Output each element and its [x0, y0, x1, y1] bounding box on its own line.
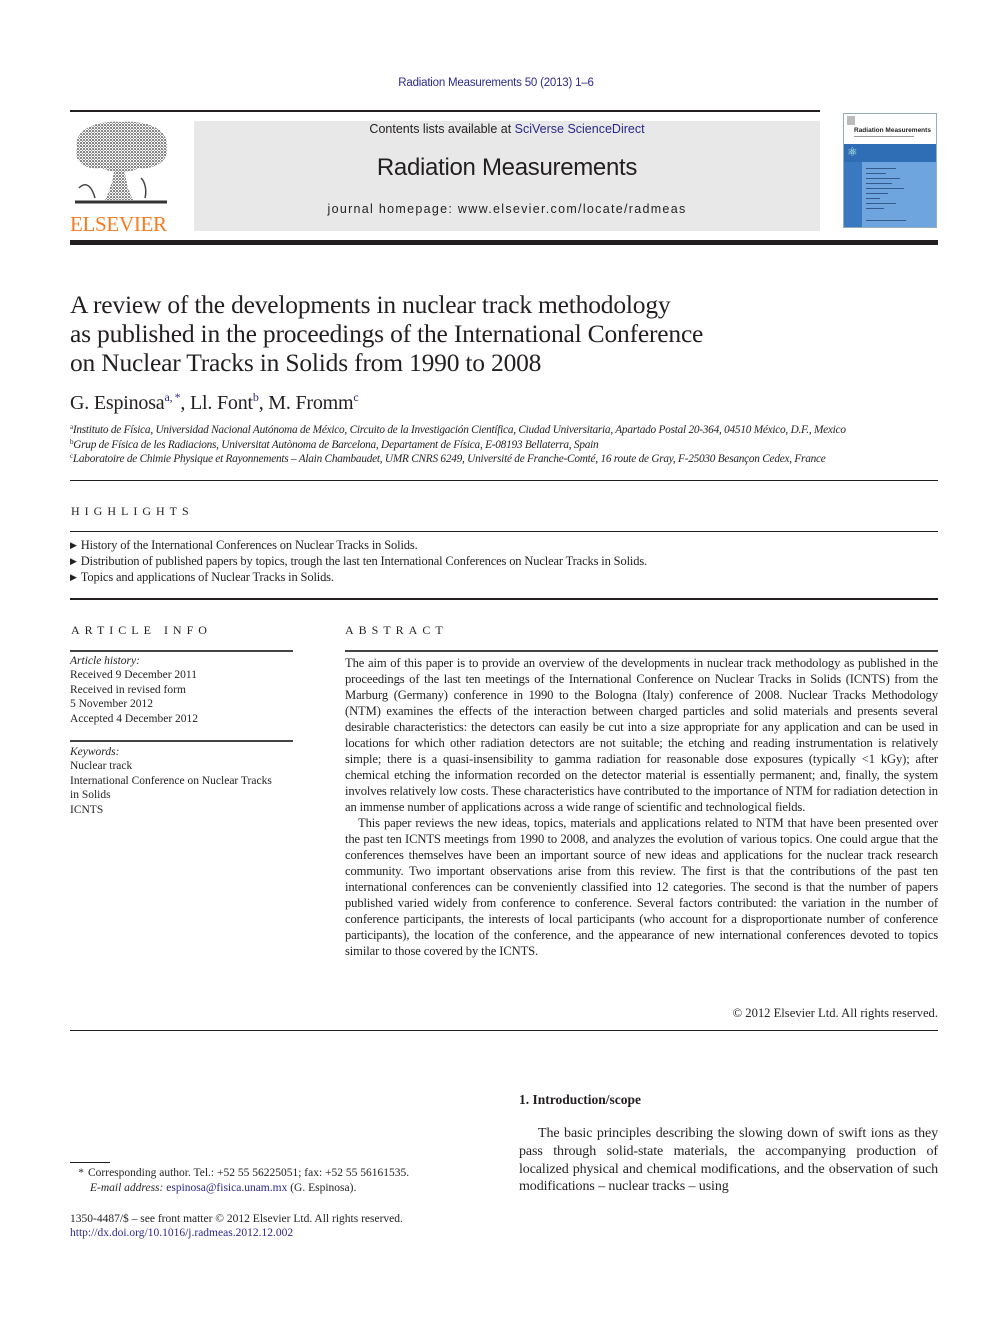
elsevier-wordmark: ELSEVIER: [70, 212, 167, 236]
abstract-paragraph: This paper reviews the new ideas, topics…: [345, 816, 938, 958]
cover-line: [866, 183, 892, 184]
sciencedirect-link[interactable]: SciVerse ScienceDirect: [515, 122, 645, 136]
journal-cover-thumbnail[interactable]: Radiation Measurements ⚛: [843, 113, 937, 228]
abstract-heading: ABSTRACT: [345, 623, 448, 637]
author-affiliation-link[interactable]: c: [353, 390, 358, 404]
divider: [345, 650, 938, 652]
highlights-heading: HIGHLIGHTS: [71, 504, 194, 518]
cover-rule: [854, 136, 914, 137]
cover-line: [866, 178, 900, 179]
header-thick-rule: [70, 240, 938, 245]
email-suffix: (G. Espinosa).: [287, 1182, 357, 1194]
homepage-link[interactable]: www.elsevier.com/locate/radmeas: [458, 202, 687, 216]
cover-band: ⚛: [844, 144, 936, 162]
cover-sidebar: [844, 162, 862, 227]
history-label: Article history:: [70, 655, 140, 667]
homepage-prefix: journal homepage:: [327, 202, 458, 216]
author-name[interactable]: Ll. Font: [190, 392, 253, 414]
affiliation-text: Instituto de Física, Universidad Naciona…: [72, 424, 846, 436]
publisher-logo[interactable]: ELSEVIER: [70, 118, 172, 236]
cover-line: [866, 173, 886, 174]
history-item: 5 November 2012: [70, 698, 154, 711]
title-line: A review of the developments in nuclear …: [70, 290, 671, 319]
keyword: International Conference on Nuclear Trac…: [70, 774, 272, 787]
keywords: Keywords: Nuclear track International Co…: [70, 745, 295, 817]
atom-icon: ⚛: [847, 145, 858, 159]
article-title: A review of the developments in nuclear …: [70, 290, 830, 377]
footnote-rule: [70, 1162, 110, 1163]
highlight-text: History of the International Conferences…: [80, 538, 418, 552]
cover-line: [866, 208, 884, 209]
issn-line: 1350-4487/$ – see front matter © 2012 El…: [70, 1213, 403, 1225]
divider: [70, 531, 938, 532]
cover-line: [866, 198, 880, 199]
footnote-mark: *: [78, 1167, 84, 1179]
corresponding-text: Corresponding author. Tel.: +52 55 56225…: [88, 1167, 410, 1179]
affiliation-text: Grup de Física de les Radiacions, Univer…: [73, 439, 599, 451]
history-item: Received in revised form: [70, 683, 186, 696]
author-separator: ,: [180, 392, 191, 414]
title-line: on Nuclear Tracks in Solids from 1990 to…: [70, 348, 542, 377]
cover-line: [866, 220, 906, 221]
email-label: E-mail address:: [90, 1182, 164, 1194]
highlights-list: ▶ History of the International Conference…: [70, 537, 938, 585]
contents-line: Contents lists available at SciVerse Sci…: [194, 122, 820, 136]
cover-header: Radiation Measurements: [844, 114, 936, 144]
elsevier-tree-icon: [75, 121, 168, 204]
cover-line: [866, 168, 896, 169]
affiliation: bGrup de Física de les Radiacions, Unive…: [70, 438, 950, 451]
divider: [70, 598, 938, 600]
email-footnote: E-mail address: espinosa@fisica.unam.mx …: [90, 1181, 510, 1196]
cover-body: [844, 162, 936, 227]
journal-banner: Contents lists available at SciVerse Sci…: [194, 121, 820, 231]
email-link[interactable]: espinosa@fisica.unam.mx: [166, 1182, 287, 1194]
author-affiliation-link[interactable]: a, *: [164, 390, 180, 404]
abstract-paragraph: The aim of this paper is to provide an o…: [345, 656, 938, 814]
cover-title: Radiation Measurements: [854, 127, 931, 134]
keyword: in Solids: [70, 789, 111, 802]
section-heading-introduction: 1. Introduction/scope: [519, 1092, 642, 1107]
history-item: Received 9 December 2011: [70, 669, 197, 682]
cover-line: [866, 193, 888, 194]
cover-line: [866, 188, 904, 189]
cover-line: [866, 203, 896, 204]
highlight-text: Distribution of published papers by topi…: [80, 554, 648, 568]
highlight-text: Topics and applications of Nuclear Track…: [80, 570, 334, 584]
introduction-text: The basic principles describing the slow…: [519, 1126, 938, 1195]
abstract-body: The aim of this paper is to provide an o…: [345, 655, 938, 959]
affiliation-text: Laboratoire de Chimie Physique et Rayonn…: [72, 453, 826, 465]
journal-title: Radiation Measurements: [376, 154, 638, 181]
journal-citation[interactable]: Radiation Measurements 50 (2013) 1–6: [0, 77, 992, 89]
author-name[interactable]: M. Fromm: [268, 392, 353, 414]
divider: [70, 1030, 938, 1031]
corresponding-author-footnote: * Corresponding author. Tel.: +52 55 5622…: [70, 1166, 490, 1181]
highlight-item: ▶ Topics and applications of Nuclear Trac…: [70, 569, 938, 585]
triangle-bullet-icon: ▶: [70, 572, 77, 582]
article-info-heading: ARTICLE INFO: [71, 623, 212, 637]
author-name[interactable]: G. Espinosa: [70, 392, 165, 414]
title-line: as published in the proceedings of the I…: [70, 319, 704, 348]
copyright-notice: © 2012 Elsevier Ltd. All rights reserved…: [732, 1006, 938, 1020]
article-history: Article history: Received 9 December 201…: [70, 654, 295, 726]
triangle-bullet-icon: ▶: [70, 556, 77, 566]
highlight-item: ▶ Distribution of published papers by top…: [70, 553, 938, 569]
triangle-bullet-icon: ▶: [70, 540, 77, 550]
affiliation: aInstituto de Física, Universidad Nacion…: [70, 423, 950, 436]
journal-homepage: journal homepage: www.elsevier.com/locat…: [194, 202, 820, 216]
contents-prefix: Contents lists available at: [369, 122, 515, 136]
divider: [70, 650, 293, 652]
keywords-label: Keywords:: [70, 746, 120, 758]
header-rule: [70, 110, 820, 112]
keyword: Nuclear track: [70, 760, 133, 773]
affiliation: cLaboratoire de Chimie Physique et Rayon…: [70, 452, 950, 465]
cover-logo-icon: [847, 116, 855, 125]
doi-link[interactable]: http://dx.doi.org/10.1016/j.radmeas.2012…: [70, 1226, 490, 1241]
author-list: G. Espinosaa, *, Ll. Fontb, M. Frommc: [70, 390, 359, 415]
divider: [70, 480, 938, 481]
keyword: ICNTS: [70, 803, 104, 816]
highlight-item: ▶ History of the International Conference…: [70, 537, 938, 553]
author-separator: ,: [258, 392, 269, 414]
divider: [70, 740, 293, 742]
history-item: Accepted 4 December 2012: [70, 712, 199, 725]
